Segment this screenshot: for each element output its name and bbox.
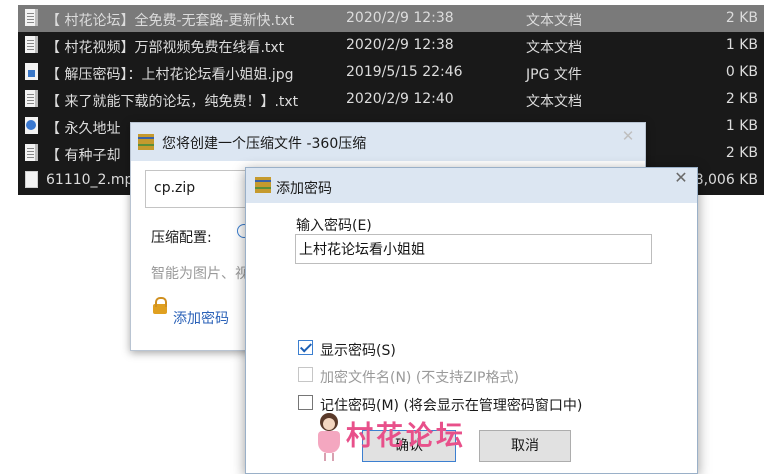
url-file-icon (25, 117, 38, 134)
remember-password-checkbox[interactable] (298, 395, 313, 410)
lock-icon (153, 297, 167, 314)
file-type: 文本文档 (526, 40, 582, 56)
show-password-checkbox[interactable] (298, 340, 313, 355)
file-name: 【 村花视频】万部视频免费在线看.txt (46, 40, 285, 56)
file-date: 2020/2/9 12:40 (346, 91, 454, 107)
encrypt-filenames-label[interactable]: 加密文件名(N) (不支持ZIP格式) (320, 367, 519, 387)
360zip-icon (138, 134, 154, 150)
doc-file-icon (25, 144, 38, 161)
file-row[interactable]: 【 解压密码】：上村花论坛看小姐姐.jpg 2019/5/15 22:46 JPG … (18, 59, 764, 86)
dialog-titlebar: 添加密码 ✕ (246, 168, 697, 203)
password-input[interactable]: 上村花论坛看小姐姐 (295, 234, 652, 264)
cancel-button[interactable]: 取消 (479, 430, 571, 462)
add-password-link[interactable]: 添加密码 (173, 308, 229, 328)
file-type: 文本文档 (526, 13, 582, 29)
jpg-file-icon (25, 63, 38, 80)
compression-hint: 智能为图片、视 (151, 266, 249, 282)
watermark-text: 村花论坛 (346, 421, 466, 452)
doc-file-icon (25, 90, 38, 107)
encrypt-filenames-checkbox[interactable] (298, 367, 313, 382)
file-date: 2020/2/9 12:38 (346, 37, 454, 53)
file-row[interactable]: 【 村花论坛】全免费-无套路-更新快.txt 2020/2/9 12:38 文本文档… (18, 5, 764, 32)
dialog-title: 您将创建一个压缩文件 -360压缩 (162, 136, 367, 152)
file-name: 【 来了就能下载的论坛，纯免费！】.txt (46, 94, 299, 110)
doc-file-icon (25, 9, 38, 26)
file-size: 2 KB (725, 145, 758, 161)
close-icon[interactable]: ✕ (671, 168, 691, 188)
file-size: 2 KB (725, 91, 758, 107)
close-icon[interactable]: ✕ (619, 127, 637, 145)
compression-config-label: 压缩配置: (151, 230, 212, 246)
show-password-label[interactable]: 显示密码(S) (320, 340, 396, 360)
mp4-file-icon (25, 171, 38, 188)
add-password-dialog: 添加密码 ✕ 输入密码(E) 上村花论坛看小姐姐 显示密码(S) 加密文件名(N… (245, 167, 698, 474)
password-label: 输入密码(E) (296, 218, 372, 234)
remember-password-label[interactable]: 记住密码(M) (将会显示在管理密码窗口中) (320, 395, 582, 415)
file-date: 2019/5/15 22:46 (346, 64, 463, 80)
dialog-titlebar: 您将创建一个压缩文件 -360压缩 ✕ (131, 123, 645, 161)
file-size: 2 KB (725, 10, 758, 26)
file-name: 【 村花论坛】全免费-无套路-更新快.txt (46, 13, 295, 29)
file-size: 1 KB (725, 118, 758, 134)
file-date: 2020/2/9 12:38 (346, 10, 454, 26)
watermark-doll-icon (316, 413, 342, 463)
file-type: 文本文档 (526, 94, 582, 110)
doc-file-icon (25, 36, 38, 53)
dialog-title: 添加密码 (276, 181, 332, 197)
file-row[interactable]: 【 村花视频】万部视频免费在线看.txt 2020/2/9 12:38 文本文档 1 … (18, 32, 764, 59)
file-size: 0 KB (725, 64, 758, 80)
file-type: JPG 文件 (526, 67, 582, 83)
file-size: 1 KB (725, 37, 758, 53)
file-size: 8,006 KB (694, 172, 758, 188)
360zip-icon (255, 177, 271, 193)
file-row[interactable]: 【 来了就能下载的论坛，纯免费！】.txt 2020/2/9 12:40 文本文档 2… (18, 86, 764, 113)
file-name: 【 解压密码】：上村花论坛看小姐姐.jpg (46, 67, 294, 83)
